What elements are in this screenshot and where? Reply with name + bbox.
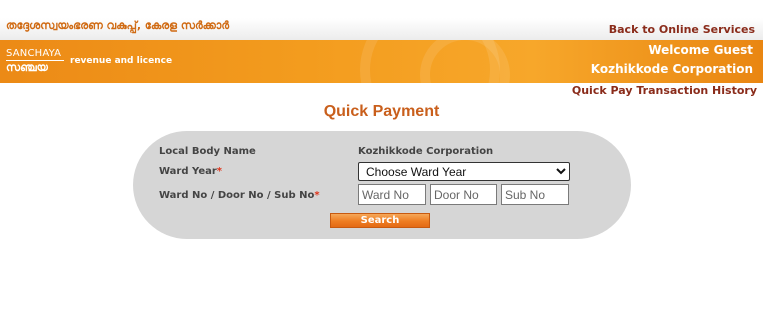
banner-decoration [420,40,510,83]
required-marker: * [314,190,320,201]
department-name: തദ്ദേശസ്വയംഭരണ വകുപ്പ്, കേരള സർക്കാർ [6,19,230,32]
search-button[interactable]: Search [330,213,430,228]
local-body-label: Local Body Name [159,146,256,157]
welcome-message: Welcome Guest [648,43,753,57]
logo-text-latin: SANCHAYA [6,48,64,61]
tagline: revenue and licence [70,56,173,66]
quick-pay-history-link[interactable]: Quick Pay Transaction History [572,84,757,97]
header-banner: SANCHAYA സഞ്ചയ revenue and licence Welco… [0,40,763,83]
page-title: Quick Payment [323,103,440,120]
required-marker: * [216,166,223,177]
top-strip: തദ്ദേശസ്വയംഭരണ വകുപ്പ്, കേരള സർക്കാർ Bac… [0,0,763,40]
local-body-value: Kozhikkode Corporation [358,146,494,157]
logo-text-malayalam: സഞ്ചയ [6,61,48,74]
ward-year-label-text: Ward Year [159,166,217,177]
back-to-online-services-link[interactable]: Back to Online Services [609,23,755,36]
ward-no-label: Ward No / Door No / Sub No* [159,190,320,201]
door-no-input[interactable] [430,184,497,205]
organization-name: Kozhikkode Corporation [590,62,753,76]
ward-no-input[interactable] [358,184,426,205]
sanchaya-logo[interactable]: SANCHAYA സഞ്ചയ [6,48,64,76]
ward-year-select[interactable]: Choose Ward Year [358,162,570,181]
ward-no-label-text: Ward No / Door No / Sub No [159,190,315,201]
sub-no-input[interactable] [501,184,569,205]
ward-year-label: Ward Year* [159,166,222,177]
